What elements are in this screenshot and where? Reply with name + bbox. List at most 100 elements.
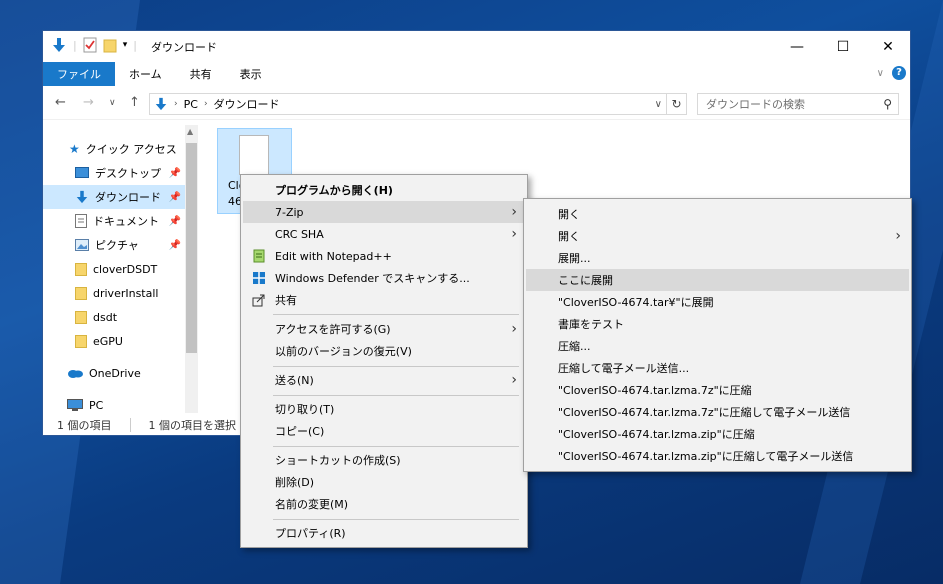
breadcrumb-pc[interactable]: PC bbox=[184, 98, 198, 111]
up-arrow-icon[interactable]: ↑ bbox=[129, 95, 140, 110]
menu-label: アクセスを許可する(G) bbox=[275, 323, 391, 336]
expand-ribbon-icon[interactable]: ∨ bbox=[877, 68, 884, 79]
menu-label: Edit with Notepad++ bbox=[275, 249, 392, 263]
menu-7zip[interactable]: 7-Zip › bbox=[243, 201, 525, 223]
menu-defender-scan[interactable]: Windows Defender でスキャンする... bbox=[243, 267, 525, 289]
menu-edit-notepadpp[interactable]: Edit with Notepad++ bbox=[243, 245, 525, 267]
nav-scrollbar[interactable]: ▲ bbox=[185, 125, 198, 413]
zip-open-as[interactable]: 開く › bbox=[526, 225, 909, 247]
menu-properties[interactable]: プロパティ(R) bbox=[243, 522, 525, 544]
zip-extract-here[interactable]: ここに展開 bbox=[526, 269, 909, 291]
menu-label: "CloverISO-4674.tar.lzma.zip"に圧縮 bbox=[558, 428, 755, 441]
nav-item-pictures[interactable]: ピクチャ 📌 bbox=[43, 233, 185, 257]
maximize-button[interactable]: ☐ bbox=[820, 31, 866, 62]
generic-file-icon bbox=[239, 135, 269, 175]
help-icon[interactable]: ? bbox=[892, 66, 906, 80]
star-icon: ★ bbox=[69, 142, 80, 156]
zip-add-zip[interactable]: "CloverISO-4674.tar.lzma.zip"に圧縮 bbox=[526, 423, 909, 445]
zip-add-to-archive[interactable]: 圧縮... bbox=[526, 335, 909, 357]
menu-label: 開く bbox=[558, 208, 580, 221]
quick-access-toolbar: | ▾ | bbox=[51, 37, 137, 53]
share-icon bbox=[251, 292, 267, 308]
new-folder-icon[interactable] bbox=[103, 37, 117, 53]
zip-extract-files[interactable]: 展開... bbox=[526, 247, 909, 269]
breadcrumb-chevron-icon[interactable]: › bbox=[174, 99, 178, 109]
nav-item-documents[interactable]: ドキュメント 📌 bbox=[43, 209, 185, 233]
tab-file[interactable]: ファイル bbox=[43, 62, 115, 86]
menu-create-shortcut[interactable]: ショートカットの作成(S) bbox=[243, 449, 525, 471]
menu-label: 圧縮... bbox=[558, 340, 591, 353]
menu-cut[interactable]: 切り取り(T) bbox=[243, 398, 525, 420]
nav-item-downloads[interactable]: ダウンロード 📌 bbox=[43, 185, 185, 209]
nav-label: eGPU bbox=[93, 334, 123, 348]
zip-test-archive[interactable]: 書庫をテスト bbox=[526, 313, 909, 335]
pin-icon[interactable]: 📌 bbox=[169, 168, 181, 179]
menu-restore-versions[interactable]: 以前のバージョンの復元(V) bbox=[243, 340, 525, 362]
notepadpp-icon bbox=[251, 248, 267, 264]
nav-item-driverinstall[interactable]: driverInstall bbox=[43, 281, 185, 305]
menu-label: CRC SHA bbox=[275, 227, 324, 241]
zip-add-7z[interactable]: "CloverISO-4674.tar.lzma.7z"に圧縮 bbox=[526, 379, 909, 401]
zip-add-7z-email[interactable]: "CloverISO-4674.tar.lzma.7z"に圧縮して電子メール送信 bbox=[526, 401, 909, 423]
menu-separator bbox=[273, 395, 519, 396]
nav-scroll-thumb[interactable] bbox=[186, 143, 197, 353]
menu-label: 書庫をテスト bbox=[558, 318, 624, 331]
tab-share[interactable]: 共有 bbox=[176, 62, 226, 86]
pin-icon[interactable]: 📌 bbox=[169, 240, 181, 251]
zip-compress-email[interactable]: 圧縮して電子メール送信... bbox=[526, 357, 909, 379]
pin-icon[interactable]: 📌 bbox=[169, 192, 181, 203]
menu-label: "CloverISO-4674.tar.lzma.7z"に圧縮 bbox=[558, 384, 752, 397]
nav-onedrive[interactable]: OneDrive bbox=[43, 361, 185, 385]
scroll-up-icon[interactable]: ▲ bbox=[187, 127, 193, 136]
nav-label: クイック アクセス bbox=[85, 143, 177, 156]
tab-view[interactable]: 表示 bbox=[226, 62, 276, 86]
zip-add-zip-email[interactable]: "CloverISO-4674.tar.lzma.zip"に圧縮して電子メール送… bbox=[526, 445, 909, 467]
menu-label: "CloverISO-4674.tar.lzma.zip"に圧縮して電子メール送… bbox=[558, 450, 854, 463]
nav-item-egpu[interactable]: eGPU bbox=[43, 329, 185, 353]
properties-check-icon[interactable] bbox=[83, 37, 97, 53]
status-item-count: 1 個の項目 bbox=[57, 419, 112, 432]
menu-copy[interactable]: コピー(C) bbox=[243, 420, 525, 442]
nav-item-cloverdsdt[interactable]: cloverDSDT bbox=[43, 257, 185, 281]
recent-locations-icon[interactable]: ∨ bbox=[109, 98, 116, 108]
breadcrumb-downloads[interactable]: ダウンロード bbox=[214, 96, 280, 112]
zip-extract-to-folder[interactable]: "CloverISO-4674.tar¥"に展開 bbox=[526, 291, 909, 313]
refresh-button[interactable]: ↻ bbox=[667, 93, 687, 115]
close-button[interactable]: ✕ bbox=[865, 31, 911, 62]
onedrive-cloud-icon bbox=[68, 370, 83, 378]
7zip-submenu: 開く 開く › 展開... ここに展開 "CloverISO-4674.tar¥"… bbox=[523, 198, 912, 472]
minimize-button[interactable]: — bbox=[774, 31, 820, 62]
menu-give-access[interactable]: アクセスを許可する(G) › bbox=[243, 318, 525, 340]
menu-send-to[interactable]: 送る(N) › bbox=[243, 369, 525, 391]
nav-item-dsdt[interactable]: dsdt bbox=[43, 305, 185, 329]
nav-item-desktop[interactable]: デスクトップ 📌 bbox=[43, 161, 185, 185]
menu-share[interactable]: 共有 bbox=[243, 289, 525, 311]
qat-dropdown-icon[interactable]: ▾ bbox=[123, 40, 128, 50]
ribbon-right-controls: ∨ ? bbox=[877, 66, 906, 80]
status-divider bbox=[129, 418, 131, 432]
nav-label: ダウンロード bbox=[95, 191, 161, 204]
zip-open[interactable]: 開く bbox=[526, 203, 909, 225]
menu-label: ここに展開 bbox=[558, 274, 613, 287]
tab-home[interactable]: ホーム bbox=[115, 62, 176, 86]
search-input[interactable]: ダウンロードの検索 ⚲ bbox=[697, 93, 899, 115]
address-dropdown-icon[interactable]: ∨ bbox=[655, 99, 662, 110]
menu-separator bbox=[273, 314, 519, 315]
menu-label: プロパティ(R) bbox=[275, 527, 346, 540]
address-bar[interactable]: › PC › ダウンロード ∨ bbox=[149, 93, 667, 115]
menu-label: 7-Zip bbox=[275, 205, 304, 219]
menu-delete[interactable]: 削除(D) bbox=[243, 471, 525, 493]
submenu-chevron-icon: › bbox=[511, 372, 517, 388]
breadcrumb-chevron-icon[interactable]: › bbox=[204, 99, 208, 109]
menu-open-with[interactable]: プログラムから開く(H) bbox=[243, 179, 525, 201]
nav-label: デスクトップ bbox=[95, 167, 161, 180]
menu-label: 削除(D) bbox=[275, 476, 315, 489]
folder-icon bbox=[75, 287, 87, 300]
nav-quick-access[interactable]: ★ クイック アクセス bbox=[43, 137, 185, 161]
pin-icon[interactable]: 📌 bbox=[169, 216, 181, 227]
menu-rename[interactable]: 名前の変更(M) bbox=[243, 493, 525, 515]
forward-arrow-icon[interactable]: → bbox=[83, 95, 94, 110]
submenu-chevron-icon: › bbox=[511, 204, 517, 220]
back-arrow-icon[interactable]: ← bbox=[55, 95, 66, 110]
menu-crc-sha[interactable]: CRC SHA › bbox=[243, 223, 525, 245]
